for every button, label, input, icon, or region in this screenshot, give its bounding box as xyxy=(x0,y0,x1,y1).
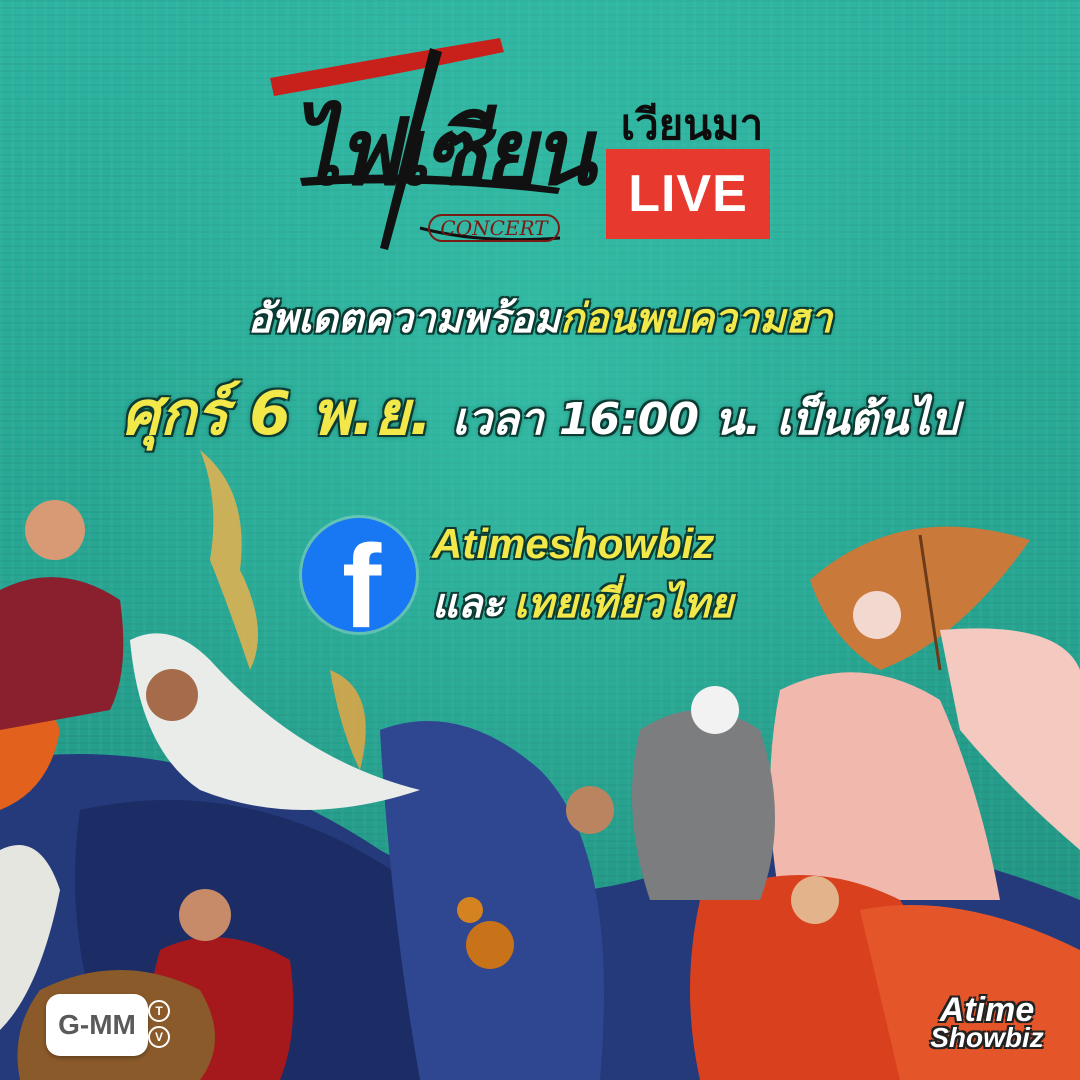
atime-logo-line1: Atime xyxy=(939,991,1035,1029)
logo-subtitle: CONCERT xyxy=(428,214,560,242)
gmm-tv-letter-v: V xyxy=(148,1026,170,1048)
gmm-tv-mark: T V xyxy=(148,996,170,1052)
gmm-tv-letter-t: T xyxy=(148,1000,170,1022)
live-badge: LIVE xyxy=(606,149,770,239)
headline-part2: ก่อนพบความฮา xyxy=(560,296,833,342)
atime-showbiz-logo: Atime Showbiz xyxy=(912,991,1062,1053)
atime-logo-line2: Showbiz xyxy=(930,1022,1044,1053)
logo-title: ไฟเซียน xyxy=(289,98,611,206)
concert-logo: ไฟเซียน CONCERT xyxy=(260,18,610,268)
headline-part1: อัพเดตความพร้อม xyxy=(247,296,561,342)
facebook-f-glyph: f xyxy=(342,521,382,632)
facebook-page-2-line: และ เทยเที่ยวไทย xyxy=(432,574,792,634)
headline: อัพเดตความพร้อมก่อนพบความฮา xyxy=(0,286,1080,350)
facebook-pages: Atimeshowbiz และ เทยเที่ยวไทย xyxy=(432,514,792,634)
gmm-logo: G-MM xyxy=(46,994,148,1056)
facebook-page-2: เทยเที่ยวไทย xyxy=(513,581,734,627)
facebook-page-1: Atimeshowbiz xyxy=(432,520,715,567)
conjunction: และ xyxy=(432,581,504,627)
facebook-icon: f xyxy=(302,518,416,632)
